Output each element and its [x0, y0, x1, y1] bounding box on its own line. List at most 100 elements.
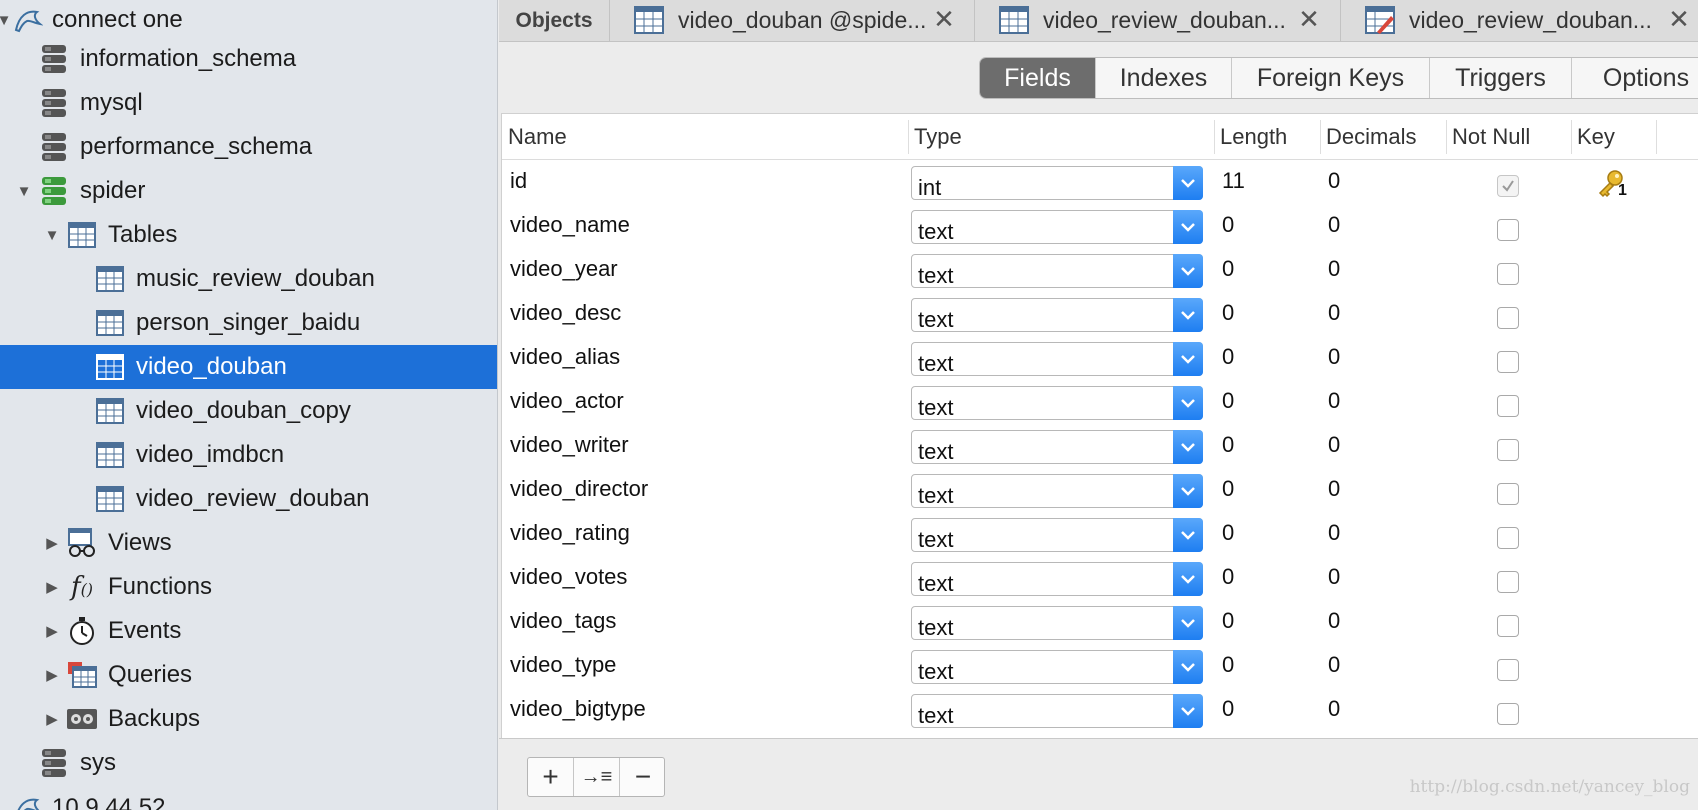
length-cell[interactable]: 0 [1222, 564, 1234, 590]
table-item-video-douban[interactable]: video_douban [0, 345, 497, 389]
decimals-cell[interactable]: 0 [1328, 520, 1340, 546]
field-name-cell[interactable]: video_desc [510, 300, 621, 326]
not-null-checkbox[interactable] [1497, 527, 1519, 549]
type-select[interactable]: text [911, 430, 1203, 464]
decimals-cell[interactable]: 0 [1328, 696, 1340, 722]
field-name-cell[interactable]: video_name [510, 212, 630, 238]
not-null-checkbox[interactable] [1497, 263, 1519, 285]
length-cell[interactable]: 0 [1222, 476, 1234, 502]
segment-fields[interactable]: Fields [980, 58, 1096, 98]
column-separator[interactable] [1571, 120, 1572, 154]
backups-group[interactable]: ▶ Backups [0, 697, 497, 741]
length-cell[interactable]: 0 [1222, 652, 1234, 678]
chevron-down-icon[interactable] [1173, 254, 1203, 288]
close-icon[interactable]: ✕ [930, 0, 958, 38]
functions-group[interactable]: ▶ f() Functions [0, 565, 497, 609]
connection-item[interactable]: ▼ connect one [0, 0, 497, 42]
type-select[interactable]: text [911, 254, 1203, 288]
table-item-person-singer-baidu[interactable]: person_singer_baidu [0, 301, 497, 345]
decimals-cell[interactable]: 0 [1328, 432, 1340, 458]
column-header-type[interactable]: Type [914, 114, 962, 160]
tab-objects[interactable]: Objects [499, 0, 609, 42]
field-name-cell[interactable]: video_writer [510, 432, 629, 458]
column-header-name[interactable]: Name [508, 114, 567, 160]
table-row[interactable]: video_director text 0 0 [502, 472, 1698, 516]
decimals-cell[interactable]: 0 [1328, 168, 1340, 194]
decimals-cell[interactable]: 0 [1328, 652, 1340, 678]
segment-triggers[interactable]: Triggers [1430, 58, 1572, 98]
not-null-checkbox[interactable] [1497, 219, 1519, 241]
length-cell[interactable]: 0 [1222, 256, 1234, 282]
close-icon[interactable]: ✕ [1665, 0, 1693, 38]
decimals-cell[interactable]: 0 [1328, 476, 1340, 502]
segment-foreign-keys[interactable]: Foreign Keys [1232, 58, 1430, 98]
events-group[interactable]: ▶ Events [0, 609, 497, 653]
chevron-down-icon[interactable] [1173, 386, 1203, 420]
database-item-performance-schema[interactable]: performance_schema [0, 125, 497, 169]
column-header-key[interactable]: Key [1577, 114, 1615, 160]
field-name-cell[interactable]: video_votes [510, 564, 627, 590]
segment-options[interactable]: Options [1572, 58, 1698, 98]
decimals-cell[interactable]: 0 [1328, 256, 1340, 282]
disclosure-closed-icon[interactable]: ▶ [42, 521, 62, 565]
table-row[interactable]: video_desc text 0 0 [502, 296, 1698, 340]
table-item-video-review-douban[interactable]: video_review_douban [0, 477, 497, 521]
length-cell[interactable]: 0 [1222, 300, 1234, 326]
table-row[interactable]: video_name text 0 0 [502, 208, 1698, 252]
field-name-cell[interactable]: video_director [510, 476, 648, 502]
field-name-cell[interactable]: video_year [510, 256, 618, 282]
not-null-checkbox[interactable] [1497, 703, 1519, 725]
tables-group[interactable]: ▼ Tables [0, 213, 497, 257]
database-item-spider[interactable]: ▼ spider [0, 169, 497, 213]
not-null-checkbox[interactable] [1497, 307, 1519, 329]
type-select[interactable]: text [911, 386, 1203, 420]
table-row[interactable]: video_rating text 0 0 [502, 516, 1698, 560]
chevron-down-icon[interactable] [1173, 562, 1203, 596]
close-icon[interactable]: ✕ [1295, 0, 1323, 38]
type-select[interactable]: text [911, 210, 1203, 244]
chevron-down-icon[interactable] [1173, 298, 1203, 332]
decimals-cell[interactable]: 0 [1328, 344, 1340, 370]
chevron-down-icon[interactable] [1173, 474, 1203, 508]
table-row[interactable]: video_bigtype text 0 0 [502, 692, 1698, 736]
length-cell[interactable]: 0 [1222, 388, 1234, 414]
database-item-sys[interactable]: sys [0, 741, 497, 785]
connection-item[interactable]: 10.9.44.52 [0, 786, 497, 810]
remove-field-button[interactable]: − [620, 758, 666, 796]
field-name-cell[interactable]: video_actor [510, 388, 624, 414]
chevron-down-icon[interactable] [1173, 166, 1203, 200]
not-null-checkbox[interactable] [1497, 351, 1519, 373]
length-cell[interactable]: 11 [1222, 168, 1245, 194]
field-name-cell[interactable]: video_tags [510, 608, 616, 634]
table-row[interactable]: video_year text 0 0 [502, 252, 1698, 296]
table-row[interactable]: video_actor text 0 0 [502, 384, 1698, 428]
length-cell[interactable]: 0 [1222, 608, 1234, 634]
field-name-cell[interactable]: video_bigtype [510, 696, 646, 722]
add-field-button[interactable]: + [528, 758, 574, 796]
table-row[interactable]: id int 11 0 1 [502, 164, 1698, 208]
chevron-down-icon[interactable] [1173, 694, 1203, 728]
segment-indexes[interactable]: Indexes [1096, 58, 1232, 98]
queries-group[interactable]: ▶ Queries [0, 653, 497, 697]
type-select[interactable]: int [911, 166, 1203, 200]
tab-video-douban[interactable]: video_douban @spide... ✕ [609, 0, 974, 42]
length-cell[interactable]: 0 [1222, 696, 1234, 722]
table-row[interactable]: video_votes text 0 0 [502, 560, 1698, 604]
field-name-cell[interactable]: id [510, 168, 527, 194]
chevron-down-icon[interactable] [1173, 430, 1203, 464]
type-select[interactable]: text [911, 298, 1203, 332]
not-null-checkbox[interactable] [1497, 659, 1519, 681]
type-select[interactable]: text [911, 694, 1203, 728]
column-header-not-null[interactable]: Not Null [1452, 114, 1531, 160]
disclosure-open-icon[interactable]: ▼ [14, 169, 34, 213]
type-select[interactable]: text [911, 518, 1203, 552]
column-header-length[interactable]: Length [1220, 114, 1288, 160]
column-separator[interactable] [1320, 120, 1321, 154]
not-null-checkbox[interactable] [1497, 175, 1519, 197]
insert-field-button[interactable]: →≡ [574, 758, 620, 796]
views-group[interactable]: ▶ Views [0, 521, 497, 565]
type-select[interactable]: text [911, 474, 1203, 508]
table-row[interactable]: video_writer text 0 0 [502, 428, 1698, 472]
decimals-cell[interactable]: 0 [1328, 388, 1340, 414]
field-name-cell[interactable]: video_type [510, 652, 616, 678]
